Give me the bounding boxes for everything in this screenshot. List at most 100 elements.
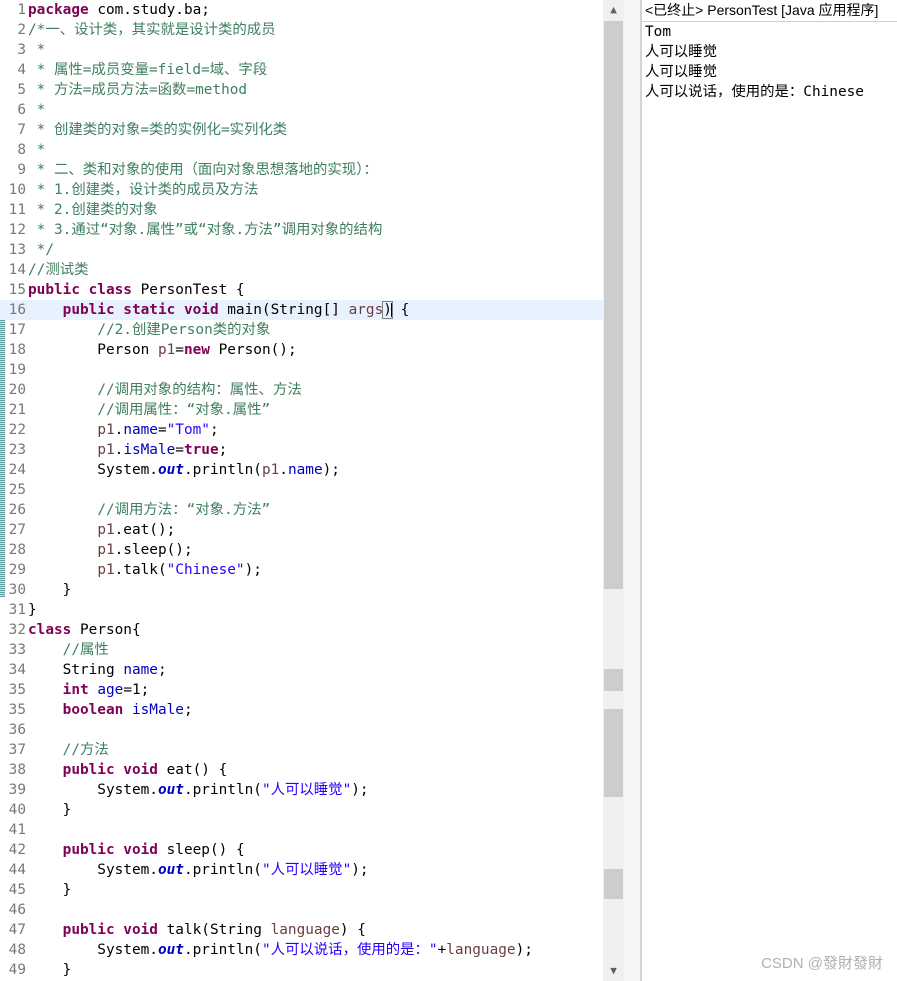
code-line[interactable]: 1 package com.study.ba; xyxy=(0,0,604,20)
code-text: public void eat() { xyxy=(28,760,228,780)
code-line[interactable]: 48 System.out.println("人可以说话，使用的是："+lang… xyxy=(0,940,604,960)
code-token: .talk( xyxy=(114,562,167,578)
code-line[interactable]: 42 public void sleep() { xyxy=(0,840,604,860)
code-line[interactable]: 25 xyxy=(0,480,604,500)
code-line[interactable]: 45 } xyxy=(0,880,604,900)
code-line[interactable]: 19 xyxy=(0,360,604,380)
code-editor[interactable]: 1 package com.study.ba; 2/*一、设计类，其实就是设计类的成… xyxy=(0,0,624,981)
code-line[interactable]: 11 * 2.创建类的对象 xyxy=(0,200,604,220)
code-token: p1 xyxy=(97,422,115,438)
code-line[interactable]: 2/*一、设计类，其实就是设计类的成员 xyxy=(0,20,604,40)
code-line[interactable]: 23 p1.isMale=true; xyxy=(0,440,604,460)
code-line[interactable]: 30 } xyxy=(0,580,604,600)
code-line[interactable]: 15 public class PersonTest { xyxy=(0,280,604,300)
code-line[interactable]: 34 String name; xyxy=(0,660,604,680)
code-line[interactable]: 49 } xyxy=(0,960,604,980)
code-line[interactable]: 32 class Person{ xyxy=(0,620,604,640)
code-line[interactable]: 21 //调用属性：“对象.属性” xyxy=(0,400,604,420)
code-line[interactable]: 16 public static void main(String[] args… xyxy=(0,300,604,320)
editor-vertical-scrollbar[interactable]: ▲ ▼ xyxy=(603,0,624,981)
line-number: 14 xyxy=(8,262,26,278)
code-token: * xyxy=(28,142,46,158)
code-line[interactable]: 13 */ xyxy=(0,240,604,260)
code-line[interactable]: 33 //属性 xyxy=(0,640,604,660)
code-token: } xyxy=(28,962,72,978)
code-line[interactable]: 26 //调用方法：“对象.方法” xyxy=(0,500,604,520)
code-line[interactable]: 41 xyxy=(0,820,604,840)
code-token: name xyxy=(123,422,158,438)
code-line[interactable]: 36 xyxy=(0,720,604,740)
code-token: boolean xyxy=(62,702,124,718)
code-line[interactable]: 35 int age=1; xyxy=(0,680,604,700)
view-divider[interactable] xyxy=(624,0,640,981)
code-token: isMale xyxy=(131,702,184,718)
code-token: //调用方法：“对象.方法” xyxy=(97,502,271,518)
code-token: /*一、设计类，其实就是设计类的成员 xyxy=(28,22,276,38)
code-line[interactable]: 24 System.out.println(p1.name); xyxy=(0,460,604,480)
console-view[interactable]: <已终止> PersonTest [Java 应用程序] Tom 人可以睡觉 人可以… xyxy=(642,0,897,981)
code-token: package xyxy=(28,2,89,18)
code-token: int xyxy=(62,682,89,698)
watermark: CSDN @發財發財 xyxy=(761,955,883,972)
code-line[interactable]: 9 * 二、类和对象的使用（面向对象思想落地的实现）： xyxy=(0,160,604,180)
code-line[interactable]: 39 System.out.println("人可以睡觉"); xyxy=(0,780,604,800)
code-line[interactable]: 7 * 创建类的对象=类的实例化=实列化类 xyxy=(0,120,604,140)
code-line[interactable]: 40 } xyxy=(0,800,604,820)
console-output-line: 人可以说话，使用的是：Chinese xyxy=(645,84,864,100)
code-line[interactable]: 14//测试类 xyxy=(0,260,604,280)
code-token: talk(String xyxy=(157,922,271,938)
code-text: //测试类 xyxy=(28,260,89,280)
code-line[interactable]: 28 p1.sleep(); xyxy=(0,540,604,560)
code-token: "人可以睡觉" xyxy=(261,782,352,798)
code-token: public void xyxy=(62,922,158,938)
code-token: out xyxy=(157,942,184,958)
code-line[interactable]: 18 Person p1=new Person(); xyxy=(0,340,604,360)
code-line[interactable]: 22 p1.name="Tom"; xyxy=(0,420,604,440)
code-line[interactable]: 27 p1.eat(); xyxy=(0,520,604,540)
code-line[interactable]: 47 public void talk(String language) { xyxy=(0,920,604,940)
code-token: out xyxy=(157,462,184,478)
code-line[interactable]: 8 * xyxy=(0,140,604,160)
code-line[interactable]: 6 * xyxy=(0,100,604,120)
code-line[interactable]: 3 * xyxy=(0,40,604,60)
code-token: System. xyxy=(28,862,158,878)
line-number: 48 xyxy=(8,942,26,958)
code-token: * 二、类和对象的使用（面向对象思想落地的实现）： xyxy=(28,162,378,178)
code-text: System.out.println("人可以说话，使用的是："+languag… xyxy=(28,940,533,960)
code-line[interactable]: 35 boolean isMale; xyxy=(0,700,604,720)
code-line[interactable]: 12 * 3.通过“对象.属性”或“对象.方法”调用对象的结构 xyxy=(0,220,604,240)
code-line[interactable]: 5 * 方法=成员方法=函数=method xyxy=(0,80,604,100)
code-line[interactable]: 17 //2.创建Person类的对象 xyxy=(0,320,604,340)
code-lines: 1 package com.study.ba; 2/*一、设计类，其实就是设计类的成… xyxy=(0,0,604,980)
scroll-up-arrow-icon[interactable]: ▲ xyxy=(603,0,624,20)
code-line[interactable]: 44 System.out.println("人可以睡觉"); xyxy=(0,860,604,880)
code-token: . xyxy=(114,442,124,458)
code-line[interactable]: 46 xyxy=(0,900,604,920)
line-number: 38 xyxy=(8,762,26,778)
code-line[interactable]: 29 p1.talk("Chinese"); xyxy=(0,560,604,580)
code-line[interactable]: 20 //调用对象的结构：属性、方法 xyxy=(0,380,604,400)
code-text: String name; xyxy=(28,660,167,680)
code-text: public class PersonTest { xyxy=(28,280,245,300)
code-line[interactable]: 31} xyxy=(0,600,604,620)
code-token: //2.创建Person类的对象 xyxy=(97,322,271,338)
code-text: * xyxy=(28,100,46,120)
code-token: System. xyxy=(28,462,158,478)
code-line[interactable]: 10 * 1.创建类，设计类的成员及方法 xyxy=(0,180,604,200)
line-number: 10 xyxy=(8,182,26,198)
scrollbar-thumb[interactable] xyxy=(604,21,623,589)
code-line[interactable]: 4 * 属性=成员变量=field=域、字段 xyxy=(0,60,604,80)
code-token: ; xyxy=(209,422,219,438)
code-token: p1 xyxy=(261,462,280,478)
code-line[interactable]: 37 //方法 xyxy=(0,740,604,760)
code-token: //调用对象的结构：属性、方法 xyxy=(97,382,302,398)
code-token: out xyxy=(157,862,184,878)
scrollbar-overview-mark xyxy=(604,669,623,691)
scroll-down-arrow-icon[interactable]: ▼ xyxy=(603,961,624,981)
code-line[interactable]: 38 public void eat() { xyxy=(0,760,604,780)
code-text: class Person{ xyxy=(28,620,141,640)
line-number: 4 xyxy=(17,62,26,78)
